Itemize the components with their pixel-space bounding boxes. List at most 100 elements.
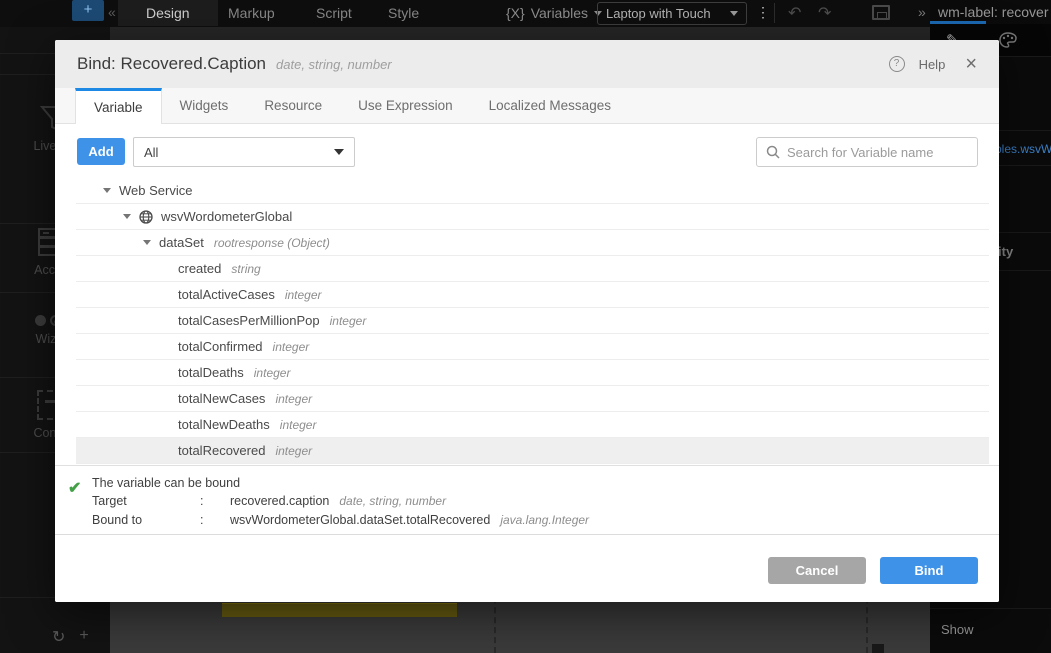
bound-to-type: java.lang.Integer <box>500 513 589 527</box>
caret-down-icon[interactable] <box>123 214 131 219</box>
target-label: Target <box>92 494 200 508</box>
add-button[interactable]: Add <box>77 138 125 165</box>
tree-node-type: integer <box>275 444 312 458</box>
tree-node-label: created <box>178 261 221 276</box>
tree-node-type: integer <box>330 314 367 328</box>
tree-node-label: totalNewCases <box>178 391 265 406</box>
tree-node-web-service[interactable]: Web Service <box>76 178 989 204</box>
bind-button[interactable]: Bind <box>880 557 978 584</box>
colon: : <box>200 494 230 508</box>
tree-node-label: totalConfirmed <box>178 339 263 354</box>
device-select[interactable]: Laptop with Touch <box>597 2 747 25</box>
tree-node-type: integer <box>254 366 291 380</box>
tree-node-label: totalCasesPerMillionPop <box>178 313 320 328</box>
colon: : <box>200 513 230 527</box>
tree-node-label: dataSet <box>159 235 204 250</box>
variable-tree: Web Service wsvWordometerGlobal dataSet … <box>76 178 989 465</box>
caret-down-icon[interactable] <box>143 240 151 245</box>
tab-use-expression[interactable]: Use Expression <box>340 88 471 123</box>
tab-localized-messages[interactable]: Localized Messages <box>471 88 629 123</box>
bound-variable-clipped-value: bles.wsvW <box>995 142 1051 156</box>
tree-node-type: integer <box>273 340 310 354</box>
globe-icon <box>139 210 153 224</box>
refresh-icon[interactable]: ↻ <box>52 627 65 647</box>
section-clipped-label: ity <box>998 244 1013 259</box>
tree-leaf-total-new-deaths[interactable]: totalNewDeaths integer <box>76 412 989 438</box>
tree-node-service[interactable]: wsvWordometerGlobal <box>76 204 989 230</box>
tree-node-label: totalActiveCases <box>178 287 275 302</box>
search-input[interactable] <box>787 145 968 160</box>
divider <box>774 3 775 23</box>
search-box <box>756 137 978 167</box>
tree-node-type: integer <box>280 418 317 432</box>
selected-widget-label: wm-label: recover <box>938 4 1051 20</box>
chevron-down-icon <box>334 149 344 155</box>
variables-icon: {X} <box>506 5 525 21</box>
canvas-button-widget[interactable] <box>222 603 457 617</box>
cancel-button[interactable]: Cancel <box>768 557 866 584</box>
tab-variable[interactable]: Variable <box>75 88 162 124</box>
tree-node-dataset[interactable]: dataSet rootresponse (Object) <box>76 230 989 256</box>
kebab-menu-icon[interactable]: ⋮ <box>756 4 770 21</box>
tree-node-type: integer <box>275 392 312 406</box>
resize-handle[interactable] <box>872 644 884 653</box>
collapse-icon[interactable]: « <box>108 4 116 20</box>
tab-widgets[interactable]: Widgets <box>162 88 247 123</box>
tree-node-type: integer <box>285 288 322 302</box>
bind-dialog: Bind: Recovered.Caption date, string, nu… <box>55 40 999 602</box>
tab-markup[interactable]: Markup <box>228 0 275 26</box>
bind-status-panel: ✔ The variable can be bound Target : rec… <box>55 465 999 535</box>
tab-script[interactable]: Script <box>316 0 352 26</box>
expand-icon[interactable]: » <box>918 4 926 20</box>
tree-node-type: string <box>231 262 260 276</box>
check-icon: ✔ <box>68 478 81 498</box>
tree-node-label: totalRecovered <box>178 443 265 458</box>
variables-menu[interactable]: {X} Variables <box>506 5 602 21</box>
top-toolbar: + « Design Markup Script Style {X} Varia… <box>0 0 930 27</box>
target-type: date, string, number <box>339 494 446 508</box>
tree-leaf-total-new-cases[interactable]: totalNewCases integer <box>76 386 989 412</box>
tab-design[interactable]: Design <box>118 0 218 26</box>
variable-filter-select[interactable]: All <box>133 137 355 167</box>
target-value: recovered.caption <box>230 494 329 508</box>
chevron-down-icon <box>730 11 738 16</box>
help-link[interactable]: Help <box>919 57 946 72</box>
redo-icon[interactable]: ↷ <box>818 3 831 23</box>
tree-node-label: Web Service <box>119 183 192 198</box>
status-message: The variable can be bound <box>92 476 240 490</box>
show-property-label: Show <box>941 622 974 637</box>
dialog-footer: Cancel Bind <box>55 535 999 602</box>
app-stage: + « Design Markup Script Style {X} Varia… <box>0 0 1051 653</box>
tree-node-type: rootresponse (Object) <box>214 236 330 250</box>
filter-value: All <box>144 145 158 160</box>
dialog-toolbar: Add All <box>55 124 999 178</box>
device-select-value: Laptop with Touch <box>606 3 711 24</box>
undo-icon[interactable]: ↶ <box>788 3 801 23</box>
dialog-tabbar: Variable Widgets Resource Use Expression… <box>55 88 999 124</box>
add-widget-icon[interactable]: + <box>72 0 104 21</box>
bound-to-label: Bound to <box>92 513 200 527</box>
search-icon <box>766 145 780 159</box>
tree-node-label: wsvWordometerGlobal <box>161 209 292 224</box>
tree-leaf-total-active-cases[interactable]: totalActiveCases integer <box>76 282 989 308</box>
tree-leaf-total-recovered[interactable]: totalRecovered integer <box>76 438 989 464</box>
add-icon[interactable]: + <box>79 627 88 647</box>
tree-leaf-total-confirmed[interactable]: totalConfirmed integer <box>76 334 989 360</box>
variables-label: Variables <box>531 5 588 21</box>
dialog-header: Bind: Recovered.Caption date, string, nu… <box>55 40 999 88</box>
bound-to-value: wsvWordometerGlobal.dataSet.totalRecover… <box>230 513 490 527</box>
tab-style[interactable]: Style <box>388 0 419 26</box>
tree-node-label: totalDeaths <box>178 365 244 380</box>
dialog-subtitle: date, string, number <box>276 57 392 72</box>
close-icon[interactable]: × <box>965 56 977 72</box>
tree-leaf-total-cases-per-million[interactable]: totalCasesPerMillionPop integer <box>76 308 989 334</box>
canvas-toolbar-strip <box>110 27 930 41</box>
style-palette-icon[interactable] <box>999 32 1017 48</box>
dialog-title: Bind: Recovered.Caption <box>77 54 266 74</box>
help-icon[interactable]: ? <box>889 56 905 72</box>
tree-leaf-total-deaths[interactable]: totalDeaths integer <box>76 360 989 386</box>
caret-down-icon[interactable] <box>103 188 111 193</box>
tree-leaf-created[interactable]: created string <box>76 256 989 282</box>
tab-resource[interactable]: Resource <box>246 88 340 123</box>
save-icon[interactable] <box>872 5 890 20</box>
